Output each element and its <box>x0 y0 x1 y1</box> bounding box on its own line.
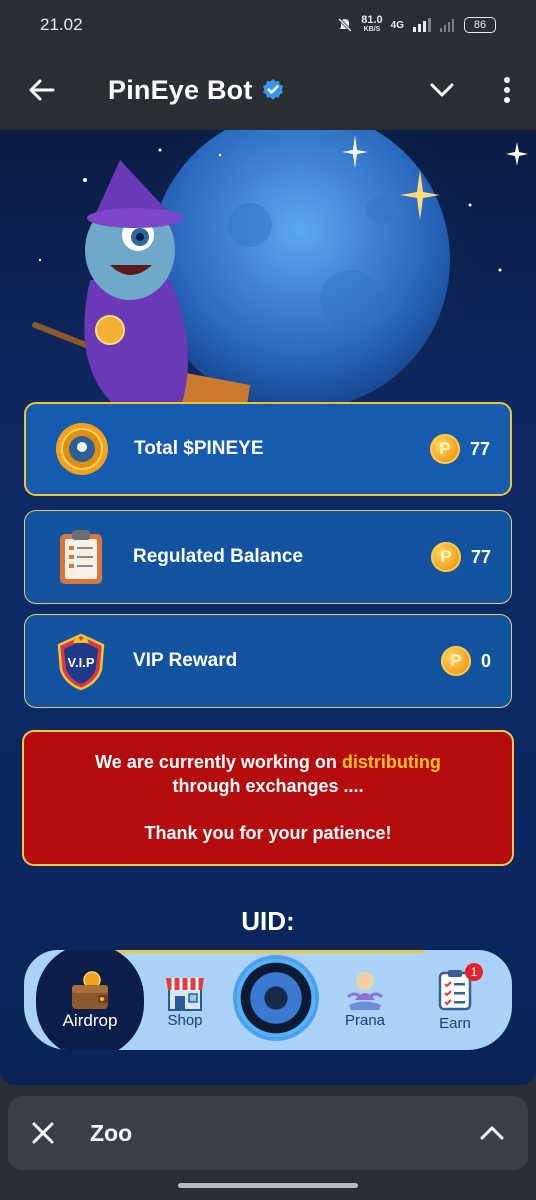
hero-illustration <box>32 130 528 430</box>
nav-label: Shop <box>167 1011 203 1029</box>
coin-icon: P <box>440 646 471 676</box>
coin-icon: P <box>429 434 460 464</box>
mini-app-view: Total $PINEYE P 77 Regulated Balance P 7… <box>0 130 536 1085</box>
eye-icon[interactable] <box>236 958 316 1038</box>
shop-icon <box>166 977 204 1011</box>
back-button[interactable] <box>24 72 60 108</box>
notice-banner: We are currently working on distributing… <box>22 730 514 866</box>
close-icon[interactable] <box>30 1120 56 1146</box>
clipboard-icon <box>51 527 111 587</box>
notice-line-2: through exchanges .... <box>172 776 364 796</box>
regulated-balance-card[interactable]: Regulated Balance P 77 <box>24 510 512 604</box>
card-label: Regulated Balance <box>133 546 303 567</box>
meditation-icon <box>347 971 383 1010</box>
notification-badge: 1 <box>465 962 483 981</box>
mute-icon <box>338 17 353 33</box>
status-icons: 81.0 KB/S 4G 86 <box>337 15 496 35</box>
card-amount: 77 <box>469 438 490 459</box>
wallet-icon <box>72 971 108 1009</box>
page-title: PinEye Bot <box>108 74 253 105</box>
pineye-coin-icon <box>52 419 112 479</box>
nav-item-airdrop[interactable]: Airdrop <box>36 950 144 1050</box>
vip-shield-icon: V.I.P <box>51 631 111 691</box>
card-amount: 0 <box>480 650 491 671</box>
uid-label: UID: <box>241 906 295 936</box>
status-bar: 21.02 81.0 KB/S 4G 86 <box>0 0 536 50</box>
nav-label: Prana <box>344 1011 386 1029</box>
nav-label: Airdrop <box>62 1011 118 1030</box>
card-value: P 77 <box>430 542 491 572</box>
status-time: 21.02 <box>40 15 83 34</box>
notice-highlight: distributing <box>341 752 441 772</box>
battery-indicator: 86 <box>464 17 496 33</box>
network-type: 4G <box>390 19 404 31</box>
coin-icon: P <box>430 542 461 572</box>
signal-icon <box>413 18 431 32</box>
total-pineye-card[interactable]: Total $PINEYE P 77 <box>24 402 512 496</box>
signal-icon-2 <box>440 19 454 32</box>
card-label: VIP Reward <box>133 650 238 671</box>
card-amount: 77 <box>470 546 491 567</box>
sheet-title: Zoo <box>90 1119 133 1146</box>
nav-item-earn[interactable]: 1 Earn <box>424 950 486 1050</box>
chevron-down-icon[interactable] <box>428 76 456 104</box>
verified-badge-icon <box>262 79 283 100</box>
svg-text:V.I.P: V.I.P <box>68 655 95 670</box>
more-vertical-icon[interactable] <box>502 76 512 104</box>
mini-app-sheet[interactable]: Zoo <box>8 1096 528 1170</box>
home-indicator[interactable] <box>178 1183 358 1188</box>
nav-label: Earn <box>439 1014 471 1032</box>
nav-item-shop[interactable]: Shop <box>150 950 220 1050</box>
notice-line-1: We are currently working on distributing <box>95 752 441 772</box>
arrow-left-icon <box>29 79 55 101</box>
card-label: Total $PINEYE <box>134 438 264 459</box>
chevron-up-icon[interactable] <box>478 1119 506 1147</box>
card-value: P 0 <box>440 646 491 676</box>
card-value: P 77 <box>429 434 490 464</box>
nav-item-prana[interactable]: Prana <box>336 950 394 1050</box>
notice-line-3: Thank you for your patience! <box>144 823 392 843</box>
vip-reward-card[interactable]: V.I.P VIP Reward P 0 <box>24 614 512 708</box>
network-speed: 81.0 KB/S <box>361 14 383 34</box>
chat-header: PinEye Bot <box>0 50 536 130</box>
bottom-nav: Airdrop Shop Prana 1 Earn <box>24 950 512 1050</box>
